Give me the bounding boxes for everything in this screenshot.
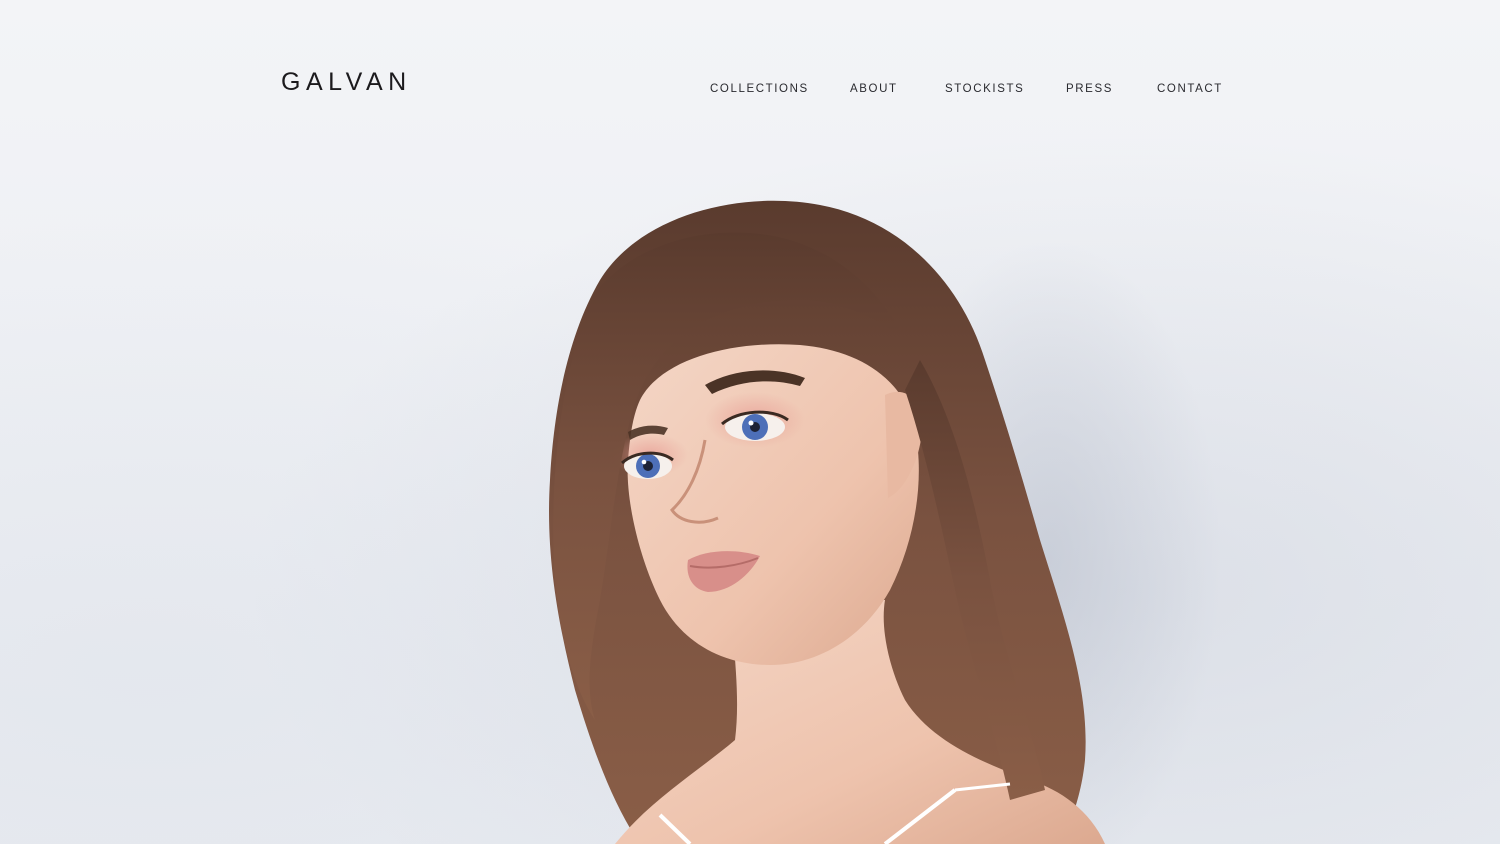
page: GALVAN COLLECTIONS ABOUT STOCKISTS PRESS… bbox=[0, 0, 1500, 844]
nav-item-stockists[interactable]: STOCKISTS bbox=[945, 80, 1024, 98]
nav-item-about[interactable]: ABOUT bbox=[850, 80, 898, 98]
nav-item-contact[interactable]: CONTACT bbox=[1157, 80, 1223, 98]
nav-item-press[interactable]: PRESS bbox=[1066, 80, 1113, 98]
site-header: GALVAN COLLECTIONS ABOUT STOCKISTS PRESS… bbox=[0, 0, 1500, 170]
nav-item-collections[interactable]: COLLECTIONS bbox=[710, 80, 809, 98]
brand-logo[interactable]: GALVAN bbox=[281, 66, 412, 98]
main-navigation: COLLECTIONS ABOUT STOCKISTS PRESS CONTAC… bbox=[700, 80, 1230, 100]
